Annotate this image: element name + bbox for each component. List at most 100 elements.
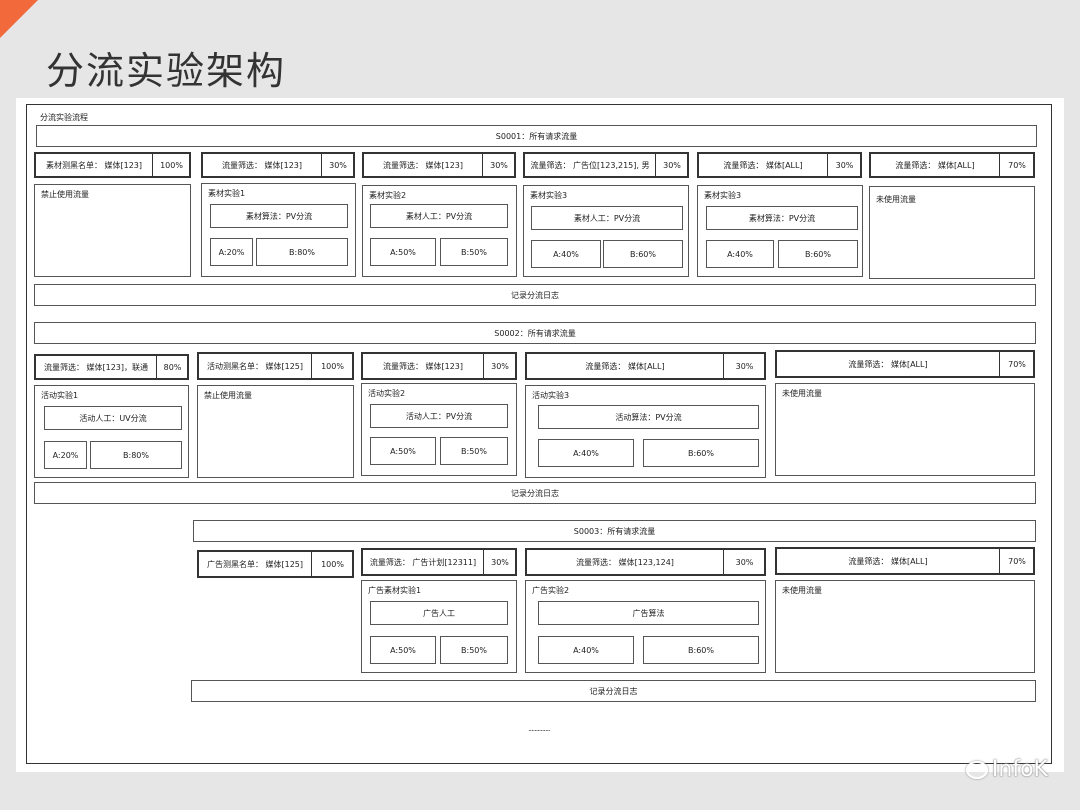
s2-exp-1-b: B:80% (90, 441, 182, 469)
s1-exp-3-name: 素材实验3 (530, 191, 568, 200)
s3-exp-2: 广告实验2 广告算法 A:40% B:60% (525, 580, 766, 673)
s1-filter-2-label: 流量筛选： 媒体[123] (221, 160, 303, 170)
s1-filter-5-label: 流量筛选： 媒体[ALL] (723, 160, 803, 170)
s2-exp-3-method: 活动算法：PV分流 (538, 405, 759, 429)
s2-filter-3: 流量筛选： 媒体[123] 30% (361, 352, 517, 380)
s2-exp-2: 活动实验2 活动人工：PV分流 A:50% B:50% (361, 383, 517, 476)
s3-filter-1-pct: 100% (321, 559, 344, 569)
s3-log-text: 记录分流日志 (589, 686, 638, 696)
s1-exp-3-method: 素材人工：PV分流 (531, 206, 683, 230)
s1-header: S0001：所有请求流量 (36, 125, 1037, 147)
s1-exp-1-method: 素材算法：PV分流 (210, 204, 348, 228)
s1-exp-4-b: B:60% (778, 240, 858, 268)
s1-filter-4: 流量筛选： 广告位[123,215], 男 30% (523, 152, 689, 178)
s1-filter-3: 流量筛选： 媒体[123] 30% (362, 152, 516, 178)
s2-unused-1-label: 禁止使用流量 (204, 391, 252, 400)
s2-filter-4-label: 流量筛选： 媒体[ALL] (585, 361, 665, 371)
wechat-icon (965, 761, 988, 779)
s1-exp-1-a: A:20% (210, 238, 253, 266)
s1-exp-4: 素材实验3 素材算法：PV分流 A:40% B:60% (697, 185, 863, 277)
s3-filter-4-pct: 70% (1008, 556, 1026, 566)
s3-unused-label: 未使用流量 (782, 586, 822, 595)
s2-filter-5-label: 流量筛选： 媒体[ALL] (848, 359, 928, 369)
s1-unused-1-label: 禁止使用流量 (41, 190, 89, 199)
s1-filter-2-pct: 30% (329, 160, 347, 170)
s3-exp-1-a: A:50% (370, 636, 436, 664)
s1-filter-5: 流量筛选： 媒体[ALL] 30% (697, 152, 862, 178)
s1-exp-2-name: 素材实验2 (369, 191, 407, 200)
s2-exp-1: 活动实验1 活动人工：UV分流 A:20% B:80% (34, 385, 189, 478)
s1-unused-2: 未使用流量 (869, 186, 1035, 279)
s2-header-text: S0002：所有请求流量 (494, 328, 576, 338)
s3-exp-2-a: A:40% (538, 636, 634, 664)
s2-exp-2-b: B:50% (440, 437, 508, 465)
s1-exp-4-name: 素材实验3 (704, 191, 742, 200)
s3-exp-1-b: B:50% (440, 636, 508, 664)
s1-log: 记录分流日志 (34, 284, 1036, 306)
s2-filter-2-label: 活动测黑名单： 媒体[125] (206, 361, 304, 371)
s2-exp-3-b: B:60% (643, 439, 759, 467)
watermark: InfoK (965, 757, 1048, 782)
s1-filter-5-pct: 30% (835, 160, 854, 170)
s3-filter-3-label: 流量筛选： 媒体[123,124] (576, 557, 674, 567)
s3-filter-2: 流量筛选： 广告计划[12311] 30% (361, 548, 517, 576)
s2-header: S0002：所有请求流量 (34, 322, 1036, 344)
s1-unused-2-label: 未使用流量 (876, 195, 916, 204)
s2-filter-2-pct: 100% (321, 361, 344, 371)
s1-exp-1-b: B:80% (256, 238, 348, 266)
s2-exp-3-a: A:40% (538, 439, 634, 467)
s2-log-text: 记录分流日志 (511, 488, 559, 498)
s2-unused-1: 禁止使用流量 (197, 385, 354, 478)
s3-filter-4-label: 流量筛选： 媒体[ALL] (848, 556, 928, 566)
ellipsis: .............. (528, 724, 551, 733)
s1-filter-1-pct: 100% (160, 160, 183, 170)
s3-exp-2-method: 广告算法 (538, 601, 759, 625)
s2-filter-4: 流量筛选： 媒体[ALL] 30% (525, 352, 766, 380)
s3-filter-3: 流量筛选： 媒体[123,124] 30% (525, 548, 766, 576)
s2-filter-5: 流量筛选： 媒体[ALL] 70% (775, 350, 1035, 378)
slide-title: 分流实验架构 (46, 49, 287, 93)
s1-filter-6: 流量筛选： 媒体[ALL] 70% (869, 152, 1035, 178)
s1-exp-3: 素材实验3 素材人工：PV分流 A:40% B:60% (523, 185, 689, 277)
s2-filter-1-label: 流量筛选： 媒体[123]，联通 (43, 362, 149, 372)
s3-exp-1-method: 广告人工 (370, 601, 508, 625)
s1-filter-4-label: 流量筛选： 广告位[123,215], 男 (530, 160, 650, 170)
s1-filter-6-pct: 70% (1008, 160, 1026, 170)
s3-filter-3-pct: 30% (735, 557, 754, 567)
s1-filter-6-label: 流量筛选： 媒体[ALL] (895, 160, 975, 170)
s2-filter-1: 流量筛选： 媒体[123]，联通 80% (34, 354, 189, 380)
s1-filter-2: 流量筛选： 媒体[123] 30% (201, 152, 355, 178)
s2-filter-3-pct: 30% (491, 361, 509, 371)
s1-exp-1: 素材实验1 素材算法：PV分流 A:20% B:80% (201, 183, 356, 277)
s1-filter-4-pct: 30% (663, 160, 681, 170)
s3-filter-2-pct: 30% (491, 557, 509, 567)
s3-exp-2-b: B:60% (643, 636, 759, 664)
corner-accent (0, 0, 38, 38)
s2-exp-1-name: 活动实验1 (41, 391, 79, 400)
diagram-label: 分流实验流程 (40, 113, 88, 122)
s1-exp-2-method: 素材人工：PV分流 (370, 204, 508, 228)
s2-filter-1-pct: 80% (163, 362, 182, 372)
s3-filter-4: 流量筛选： 媒体[ALL] 70% (775, 547, 1035, 575)
s1-exp-3-a: A:40% (531, 240, 601, 268)
s2-filter-5-pct: 70% (1008, 359, 1026, 369)
s3-header: S0003：所有请求流量 (193, 520, 1036, 542)
s1-filter-3-pct: 30% (490, 160, 508, 170)
s1-exp-4-method: 素材算法：PV分流 (706, 206, 858, 230)
s1-filter-3-label: 流量筛选： 媒体[123] (382, 160, 464, 170)
s2-exp-2-method: 活动人工：PV分流 (370, 404, 508, 428)
s2-unused-2-label: 未使用流量 (782, 389, 822, 398)
s2-filter-2: 活动测黑名单： 媒体[125] 100% (197, 352, 354, 380)
s3-header-text: S0003：所有请求流量 (573, 526, 656, 536)
s3-log: 记录分流日志 (191, 680, 1036, 702)
s2-exp-3: 活动实验3 活动算法：PV分流 A:40% B:60% (525, 385, 766, 478)
s3-filter-1: 广告测黑名单： 媒体[125] 100% (197, 550, 354, 578)
s3-filter-1-label: 广告测黑名单： 媒体[125] (206, 559, 304, 569)
s1-exp-1-name: 素材实验1 (208, 189, 246, 198)
s1-filter-1: 素材测黑名单： 媒体[123] 100% (34, 152, 191, 178)
s2-exp-1-a: A:20% (44, 441, 87, 469)
s2-unused-2: 未使用流量 (775, 383, 1035, 476)
s1-exp-3-b: B:60% (603, 240, 683, 268)
s1-filter-1-label: 素材测黑名单： 媒体[123] (45, 160, 143, 170)
s1-header-text: S0001：所有请求流量 (495, 131, 578, 141)
